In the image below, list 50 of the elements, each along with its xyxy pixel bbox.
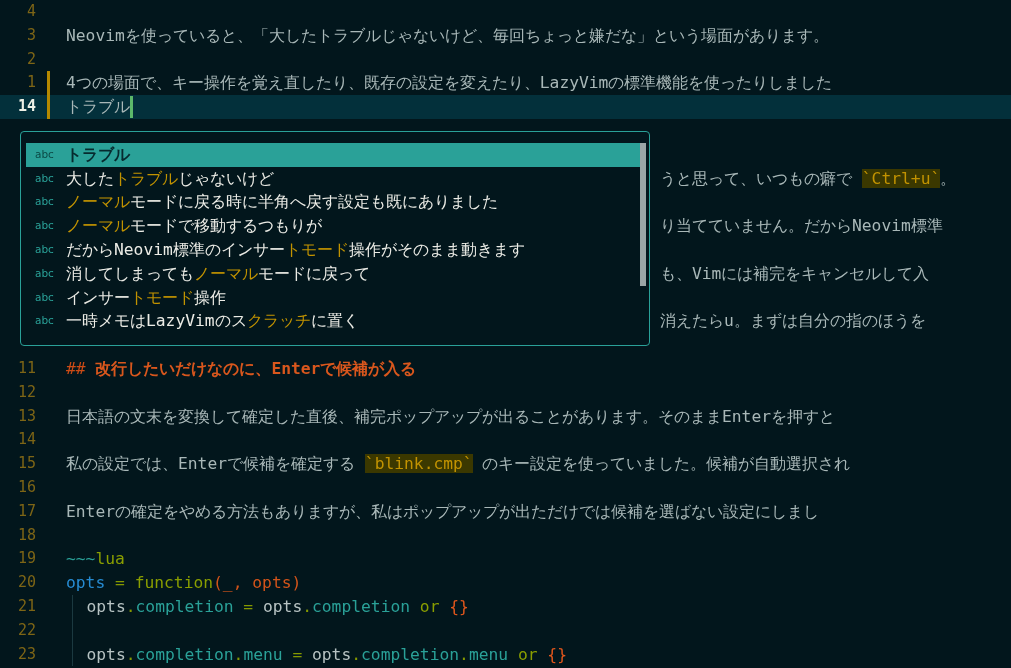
line-number: 22 xyxy=(16,619,36,641)
code-line: opts = function(_, opts) xyxy=(66,573,302,593)
line-number: 23 xyxy=(16,643,36,665)
text-line: トラブル xyxy=(66,97,130,117)
line-number: 15 xyxy=(16,453,36,475)
kind-label: abc xyxy=(34,146,55,162)
text-line: 私の設定では、Enterで候補を確定する `blink.cmp` のキー設定を使っていました。候補が自動選択され xyxy=(66,454,851,474)
text-line: 4つの場面で、キー操作を覚え直したり、既存の設定を変えたり、LazyVimの標準機能を使ったりしました xyxy=(66,73,833,93)
code-line: opts.completion = opts.completion or {} xyxy=(86,596,469,616)
line-number: 18 xyxy=(16,524,36,546)
kind-label: abc xyxy=(34,289,55,305)
line-number: 13 xyxy=(16,405,36,427)
completion-item[interactable]: abc インサー トモード操作 xyxy=(26,285,640,310)
line-number: 14 xyxy=(16,429,36,451)
line-number: 20 xyxy=(16,572,36,594)
line-number: 2 xyxy=(25,48,36,70)
text-line: Enterの確定をやめる方法もありますが、私はポップアップが出ただけでは候補を選ばない設定にしまし xyxy=(66,501,819,521)
line-number: 19 xyxy=(16,548,36,570)
line-number: 12 xyxy=(16,381,36,403)
line-number: 3 xyxy=(25,24,36,46)
kind-label: abc xyxy=(34,194,55,210)
text-line: 消えたらu。まずは自分の指のほうを xyxy=(660,311,926,331)
completion-item[interactable]: abc 大した トラブルじゃないけど xyxy=(26,166,640,191)
text-line: Neovimを使っていると、「大したトラブルじゃないけど、毎回ちょっと嫌だな」という場面があります。 xyxy=(66,25,829,45)
completion-item[interactable]: abc トラブル xyxy=(26,142,640,167)
kind-label: abc xyxy=(34,313,55,329)
text-line: 日本語の文末を変換して確定した直後、補完ポップアップが出ることがあります。そのままEnterを押すと xyxy=(66,406,835,426)
kind-label: abc xyxy=(34,242,55,257)
line-number: 1 xyxy=(25,72,36,94)
kind-label: abc xyxy=(34,170,55,186)
line-number: 11 xyxy=(16,357,36,379)
line-number: 17 xyxy=(16,500,36,522)
text-line: も、Vimには補完をキャンセルして入 xyxy=(660,263,930,283)
text-line: り当てていません。だからNeovim標準 xyxy=(660,216,943,236)
completion-item[interactable]: abc ノーマルモードに戻る時に半角へ戻す設定も既にありました xyxy=(26,190,640,215)
completion-item[interactable]: abc 消してしまっても ノーマルモードに戻って xyxy=(26,261,640,286)
code-line: opts.completion.menu = opts.completion.menu or {} xyxy=(86,644,567,664)
line-number: 16 xyxy=(16,476,36,498)
text-line: うと思って、いつもの癖で `Ctrl+u`。 xyxy=(660,168,957,188)
completion-item[interactable]: abc ノーマルモードで移動するつもりが xyxy=(26,214,640,238)
line-number: 14 xyxy=(16,96,36,118)
cursor-icon xyxy=(130,95,133,118)
line-number: 4 xyxy=(25,1,36,22)
completion-item[interactable]: abc だからNeovim標準のインサー トモード操作がそのまま動きます xyxy=(26,238,640,262)
completion-item[interactable]: abc 一時メモはLazyVimのス クラッチに置く xyxy=(26,309,640,334)
kind-label: abc xyxy=(34,265,55,281)
line-number: 21 xyxy=(16,595,36,617)
code-fence-line: ~~~lua xyxy=(66,549,125,569)
kind-label: abc xyxy=(34,218,55,234)
heading-line: ## 改行したいだけなのに、Enterで候補が入る xyxy=(66,358,417,378)
